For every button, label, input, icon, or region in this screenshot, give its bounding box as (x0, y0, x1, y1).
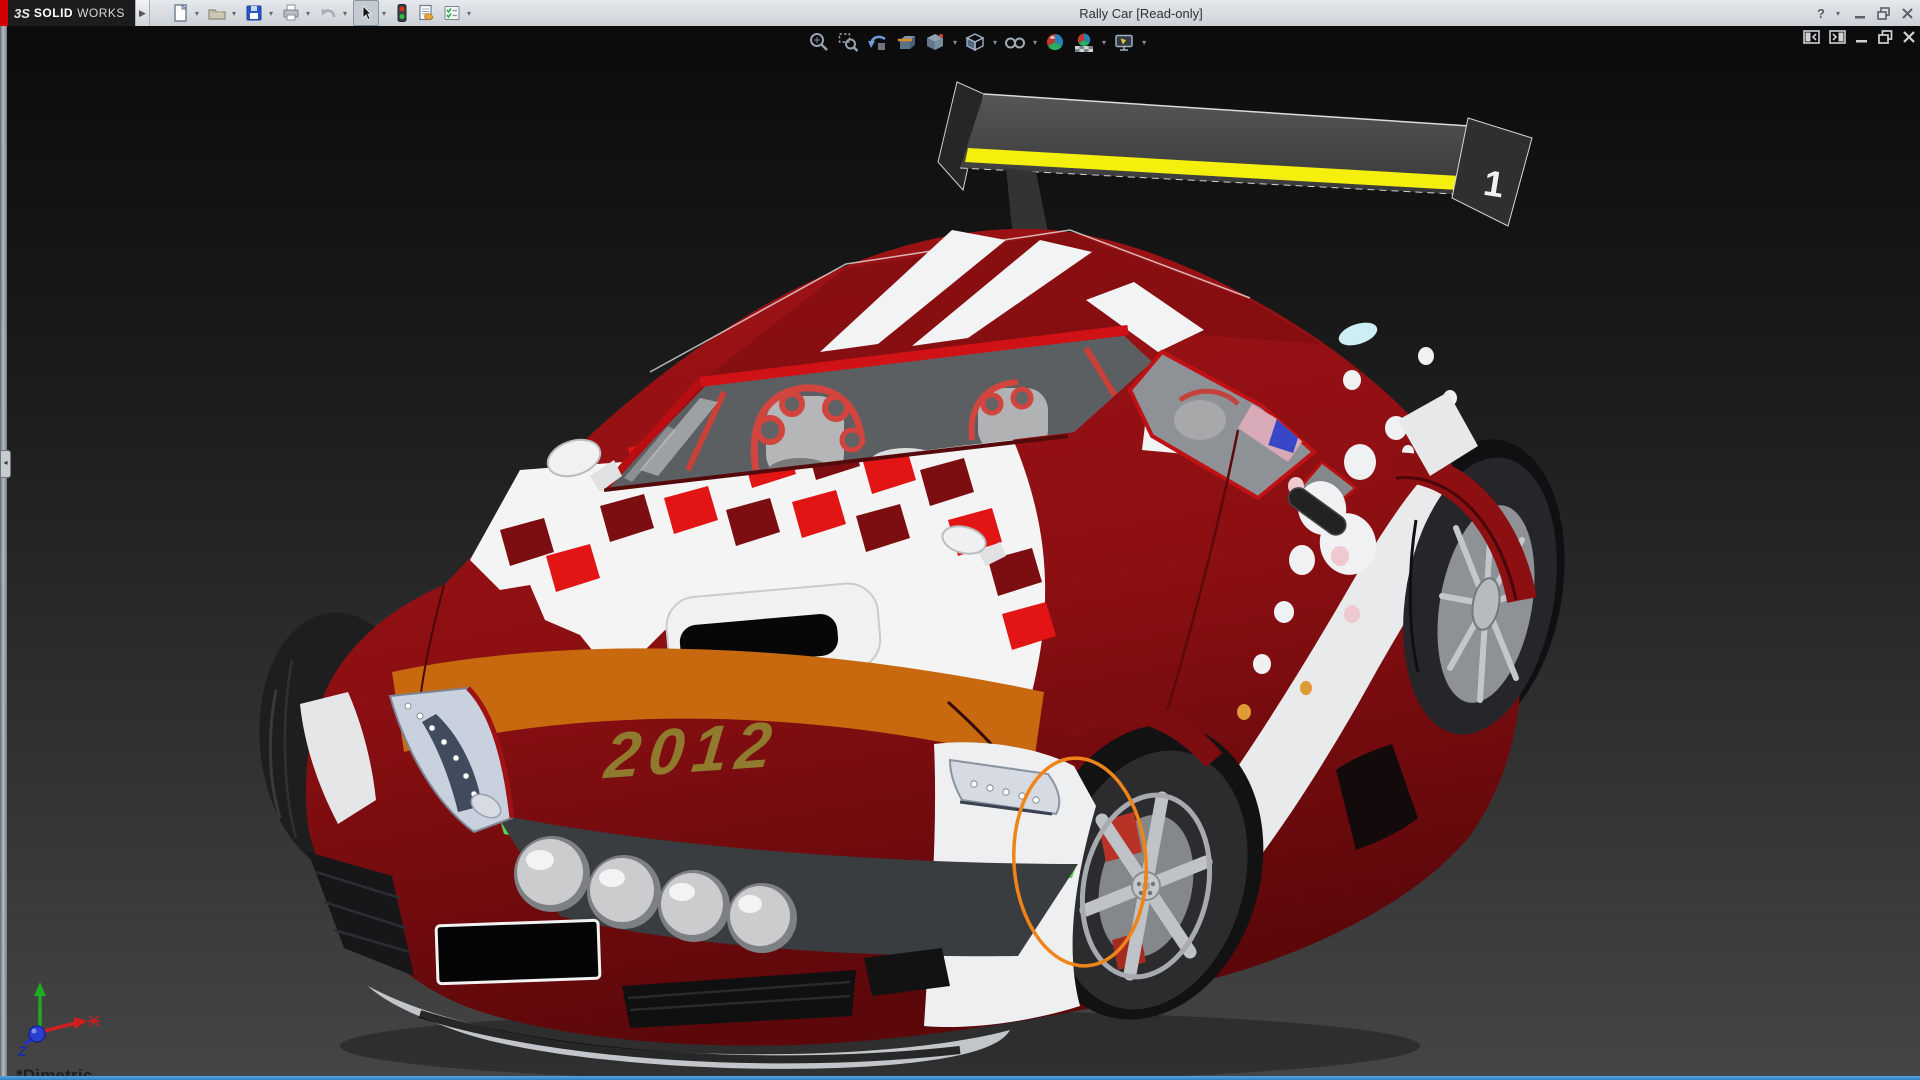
section-view-icon (895, 31, 917, 53)
apply-scene-button[interactable] (1071, 30, 1097, 54)
window-title: Rally Car [Read-only] (1079, 6, 1203, 21)
toggle-right-pane-button[interactable] (1829, 30, 1846, 44)
help-dropdown[interactable]: ▾ (1836, 9, 1840, 18)
triad-x-axis (74, 1017, 88, 1029)
view-settings-dropdown[interactable]: ▾ (1142, 38, 1146, 47)
options-dropdown[interactable]: ▾ (467, 9, 471, 18)
section-view-button[interactable] (893, 30, 919, 54)
help-button[interactable]: ? (1817, 6, 1825, 21)
undo-dropdown[interactable]: ▾ (343, 9, 347, 18)
toggle-left-pane-icon (1803, 30, 1820, 44)
save-dropdown[interactable]: ▾ (269, 9, 273, 18)
view-orientation-icon (924, 31, 946, 53)
document-window-controls (1803, 30, 1916, 44)
document-minimize-button[interactable] (1855, 30, 1869, 44)
print-icon (281, 3, 301, 23)
main-toolbar: ▾ ▾ ▾ ▾ ▾ (168, 0, 475, 26)
display-style-button[interactable] (962, 30, 988, 54)
document-close-button[interactable] (1902, 30, 1916, 44)
heads-up-view-toolbar: ▾ ▾ ▾ (806, 30, 1148, 54)
toggle-left-pane-button[interactable] (1803, 30, 1820, 44)
undo-icon (318, 3, 338, 23)
print-button[interactable] (279, 1, 303, 25)
brand-text-works: WORKS (77, 6, 125, 20)
open-dropdown[interactable]: ▾ (232, 9, 236, 18)
edit-appearance-icon (1044, 31, 1066, 53)
previous-view-button[interactable] (864, 30, 890, 54)
new-button[interactable] (168, 1, 192, 25)
zoom-to-area-button[interactable] (835, 30, 861, 54)
triad-z-label: Z (17, 1043, 27, 1059)
save-floppy-icon (244, 3, 264, 23)
hood-year-text: 2012 (601, 708, 784, 792)
rear-wing: 1 (938, 82, 1532, 252)
apply-scene-icon (1073, 31, 1095, 53)
document-close-icon (1902, 30, 1916, 44)
options-button[interactable] (440, 1, 464, 25)
open-folder-icon (207, 3, 227, 23)
hide-show-items-dropdown[interactable]: ▾ (1033, 38, 1037, 47)
brand-text-solid: SOLID (34, 6, 73, 20)
select-button[interactable] (353, 0, 379, 26)
orientation-triad: Z (17, 982, 100, 1059)
new-dropdown[interactable]: ▾ (195, 9, 199, 18)
license-plate (436, 920, 600, 984)
display-style-dropdown[interactable]: ▾ (993, 38, 997, 47)
edit-appearance-button[interactable] (1042, 30, 1068, 54)
graphics-area[interactable]: 1 (0, 26, 1920, 1080)
select-dropdown[interactable]: ▾ (382, 9, 386, 18)
document-minimize-icon (1855, 30, 1869, 44)
menu-expand-arrow[interactable]: ▶ (135, 0, 150, 26)
toggle-right-pane-icon (1829, 30, 1846, 44)
hide-show-items-icon (1004, 31, 1026, 53)
zoom-to-area-icon (837, 31, 859, 53)
document-restore-icon (1878, 30, 1893, 44)
view-orientation-button[interactable] (922, 30, 948, 54)
zoom-to-fit-icon (808, 31, 830, 53)
view-orientation-dropdown[interactable]: ▾ (953, 38, 957, 47)
close-icon (1901, 7, 1914, 20)
file-properties-button[interactable] (414, 1, 438, 25)
view-settings-icon (1113, 31, 1135, 53)
window-bottom-edge (0, 1076, 1920, 1080)
rebuild-button[interactable] (392, 1, 412, 25)
minimize-button[interactable] (1854, 7, 1867, 20)
undo-button[interactable] (316, 1, 340, 25)
print-dropdown[interactable]: ▾ (306, 9, 310, 18)
panel-splitter[interactable] (0, 26, 7, 1080)
view-settings-button[interactable] (1111, 30, 1137, 54)
solidworks-logo: 3S SOLID WORKS ▶ (0, 0, 150, 26)
restore-icon (1877, 7, 1891, 20)
document-restore-button[interactable] (1878, 30, 1893, 44)
svg-text:2012: 2012 (601, 708, 784, 792)
previous-view-icon (866, 31, 888, 53)
hide-show-items-button[interactable] (1002, 30, 1028, 54)
close-button[interactable] (1901, 7, 1914, 20)
zoom-to-fit-button[interactable] (806, 30, 832, 54)
new-document-icon (170, 3, 190, 23)
minimize-icon (1854, 7, 1867, 20)
title-bar: 3S SOLID WORKS ▶ ▾ ▾ ▾ (0, 0, 1920, 27)
save-button[interactable] (242, 1, 266, 25)
select-cursor-icon (356, 3, 376, 23)
panel-expand-tab[interactable]: ◂ (0, 450, 11, 478)
file-properties-icon (416, 3, 436, 23)
restore-button[interactable] (1877, 7, 1891, 20)
3d-model-rally-car[interactable]: 1 (0, 26, 1920, 1080)
triad-y-axis (34, 982, 46, 996)
options-checklist-icon (442, 3, 462, 23)
display-style-icon (964, 31, 986, 53)
dassault-3ds-icon: 3S (14, 6, 30, 21)
rebuild-traffic-light-icon (394, 3, 410, 23)
apply-scene-dropdown[interactable]: ▾ (1102, 38, 1106, 47)
pillar-highlight (1336, 318, 1380, 349)
window-controls: ? ▾ (1817, 0, 1914, 26)
open-button[interactable] (205, 1, 229, 25)
brand-red-stripe (0, 0, 8, 26)
